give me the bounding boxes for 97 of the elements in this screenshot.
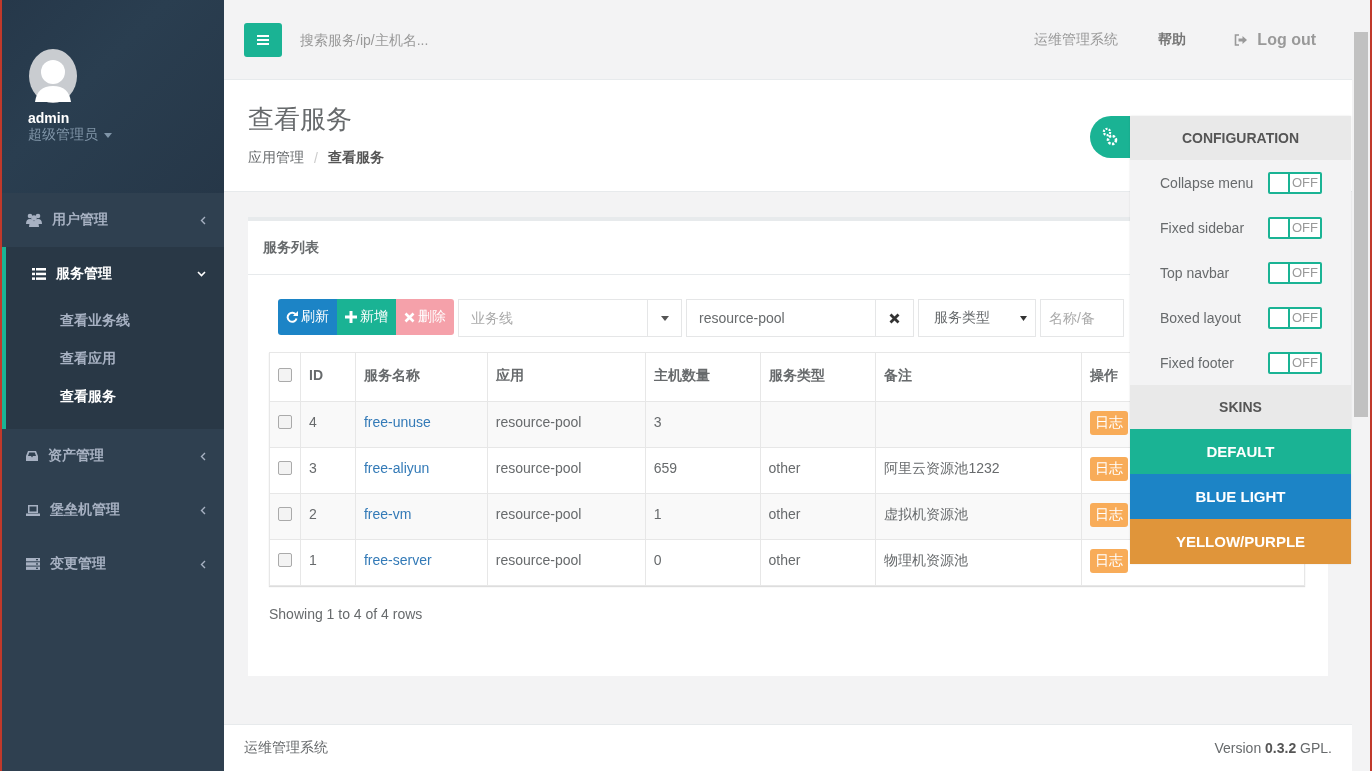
service-link[interactable]: free-server — [363, 552, 432, 568]
refresh-icon — [286, 311, 298, 323]
version-text: Version 0.3.2 GPL. — [1214, 740, 1332, 756]
help-link[interactable]: 帮助 — [1146, 30, 1199, 49]
menu-icon — [257, 33, 269, 46]
section-title: SKINS — [1219, 399, 1262, 415]
table-cell: resource-pool — [495, 460, 582, 476]
system-link[interactable]: 运维管理系统 — [1022, 30, 1131, 49]
column-header: 操作 — [1090, 367, 1119, 383]
scrollbar-thumb[interactable] — [1354, 32, 1368, 417]
option-label: Collapse menu — [1160, 174, 1254, 191]
table-cell: 3 — [653, 414, 662, 430]
close-icon — [404, 311, 415, 323]
pagination-info: Showing 1 to 4 of 4 rows — [269, 606, 424, 622]
avatar — [28, 48, 78, 104]
table-cell: 1 — [309, 552, 317, 568]
laptop-icon — [26, 504, 40, 516]
table-cell: 659 — [653, 460, 678, 476]
table-cell: 3 — [309, 460, 317, 476]
menu-item[interactable]: 用户管理 — [2, 193, 224, 247]
dropdown-button[interactable] — [648, 299, 682, 337]
option-label: Fixed footer — [1160, 354, 1234, 371]
row-checkbox[interactable] — [278, 507, 292, 521]
footer-text: 运维管理系统 — [244, 739, 328, 757]
breadcrumb-item[interactable]: 应用管理 — [248, 149, 304, 167]
submenu-item[interactable]: 查看业务线 — [6, 301, 130, 339]
table-cell: 阿里云资源池1232 — [884, 460, 1000, 476]
breadcrumb-item: 查看服务 — [327, 149, 384, 167]
service-link[interactable]: free-vm — [363, 506, 412, 522]
table-cell: 0 — [653, 552, 662, 568]
toggle-switch[interactable]: OFF — [1268, 216, 1322, 239]
table-cell: 2 — [309, 506, 317, 522]
plus-icon — [345, 311, 357, 323]
submenu-item[interactable]: 查看服务 — [6, 377, 116, 415]
search-field[interactable]: 名称/备 — [1040, 299, 1124, 337]
toggle-switch[interactable]: OFF — [1268, 171, 1322, 194]
caret-icon — [1020, 315, 1027, 321]
application-field[interactable]: resource-pool — [686, 299, 876, 337]
option-label: Fixed sidebar — [1160, 219, 1245, 236]
toggle-switch[interactable]: OFF — [1268, 351, 1322, 374]
table-cell: 4 — [309, 414, 317, 430]
table-cell: resource-pool — [495, 506, 582, 522]
inbox-icon — [26, 451, 38, 461]
users-icon — [26, 213, 42, 227]
page-title: 查看服务 — [248, 103, 352, 136]
add-button[interactable]: 新增 — [337, 299, 396, 335]
option-label: Boxed layout — [1160, 309, 1241, 326]
logout-link[interactable]: Log out — [1214, 30, 1332, 49]
option-label: Top navbar — [1160, 264, 1230, 281]
list-icon — [32, 268, 46, 280]
breadcrumb-separator: / — [314, 150, 318, 166]
table-cell: other — [768, 506, 801, 522]
menu-button[interactable] — [244, 22, 282, 57]
clear-icon — [889, 312, 900, 324]
settings-button[interactable] — [1090, 116, 1130, 158]
role-dropdown[interactable]: 超级管理员 — [28, 126, 112, 144]
table-cell: 物理机资源池 — [884, 552, 969, 568]
row-checkbox[interactable] — [278, 415, 292, 429]
table-cell: resource-pool — [495, 552, 582, 568]
column-header: 服务类型 — [768, 367, 825, 383]
clear-button[interactable] — [876, 299, 914, 337]
column-header: 应用 — [495, 367, 524, 383]
submenu-item[interactable]: 查看应用 — [6, 339, 116, 377]
row-checkbox[interactable] — [278, 461, 292, 475]
skin-option[interactable]: DEFAULT — [1130, 429, 1351, 474]
service-type-select[interactable]: 服务类型 — [918, 299, 1036, 337]
table-cell: 1 — [653, 506, 662, 522]
column-header: 主机数量 — [653, 367, 710, 383]
column-header: ID — [309, 367, 323, 383]
menu-item[interactable]: 堡垒机管理 — [2, 483, 224, 537]
business-line-field[interactable]: 业务线 — [458, 299, 648, 337]
table-cell: 虚拟机资源池 — [884, 506, 969, 522]
caret-icon — [660, 315, 669, 321]
menu-item[interactable]: 服务管理 — [6, 247, 224, 301]
toggle-switch[interactable]: OFF — [1268, 261, 1322, 284]
box-title: 服务列表 — [263, 238, 319, 257]
user-name: admin — [28, 110, 70, 126]
refresh-button[interactable]: 刷新 — [278, 299, 337, 335]
logout-icon — [1234, 33, 1248, 46]
caret-icon — [104, 132, 112, 138]
row-checkbox[interactable] — [278, 553, 292, 567]
select-all-checkbox[interactable] — [278, 368, 292, 382]
toggle-switch[interactable]: OFF — [1268, 306, 1322, 329]
table-cell: other — [768, 552, 801, 568]
search-field[interactable]: 搜索服务/ip/主机名... — [298, 23, 1007, 56]
panel-title: CONFIGURATION — [1181, 130, 1300, 146]
skin-option[interactable]: YELLOW/PURPLE — [1130, 519, 1351, 564]
table-cell: other — [768, 460, 801, 476]
menu-item[interactable]: 资产管理 — [2, 429, 224, 483]
server-icon — [26, 558, 40, 570]
service-link[interactable]: free-unuse — [363, 414, 431, 430]
service-link[interactable]: free-aliyun — [363, 460, 430, 476]
column-header: 服务名称 — [363, 367, 420, 383]
table-cell: resource-pool — [495, 414, 582, 430]
menu-item[interactable]: 变更管理 — [2, 537, 224, 591]
skin-option[interactable]: BLUE LIGHT — [1130, 474, 1351, 519]
column-header: 备注 — [884, 367, 913, 383]
